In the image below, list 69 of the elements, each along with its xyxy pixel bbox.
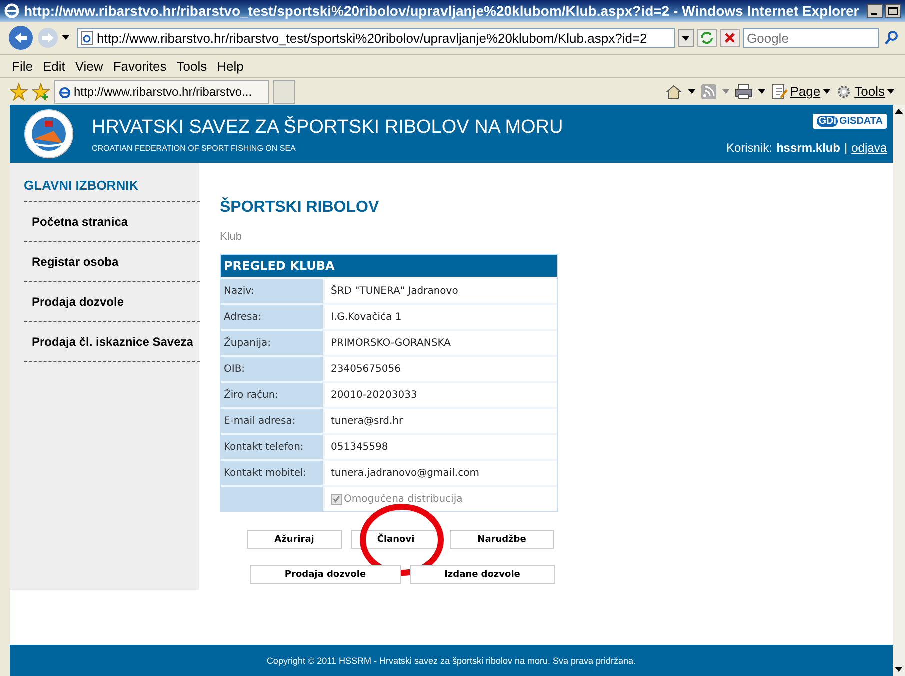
- sidebar-heading: GLAVNI IZBORNIK: [24, 178, 200, 202]
- star-icon[interactable]: [10, 82, 28, 100]
- action-button[interactable]: Ažuriraj: [247, 530, 342, 549]
- caret-icon[interactable]: [822, 88, 831, 94]
- sidebar-item[interactable]: Registar osoba: [24, 242, 200, 282]
- field-label: Adresa:: [221, 305, 323, 329]
- breadcrumb: Klub: [220, 231, 244, 243]
- field-value: PRIMORSKO-GORANSKA: [323, 331, 557, 355]
- user-label: Korisnik:: [726, 140, 772, 154]
- page-icon[interactable]: [81, 31, 93, 45]
- action-button[interactable]: Izdane dozvole: [410, 565, 555, 584]
- search-field[interactable]: Google: [743, 28, 879, 48]
- caret-icon[interactable]: [758, 88, 766, 94]
- page-title: ŠPORTSKI RIBOLOV: [220, 199, 380, 217]
- home-icon[interactable]: [665, 84, 684, 100]
- star-plus-icon[interactable]: [32, 82, 50, 100]
- field-label: Kontakt telefon:: [221, 435, 323, 459]
- action-button[interactable]: Narudžbe: [450, 530, 554, 549]
- menu-item[interactable]: Edit: [42, 58, 66, 74]
- site-title: HRVATSKI SAVEZ ZA ŠPORTSKI RIBOLOV NA MORU: [92, 117, 564, 139]
- field-value: 23405675056: [323, 357, 557, 381]
- field-label: Žiro račun:: [221, 383, 323, 407]
- menu-item[interactable]: Favorites: [113, 58, 167, 74]
- field-value: 051345598: [323, 435, 557, 459]
- federation-logo-icon[interactable]: [24, 109, 74, 159]
- field-label: OIB:: [221, 357, 323, 381]
- gear-icon[interactable]: [836, 84, 853, 100]
- globe-icon[interactable]: [59, 84, 71, 98]
- page-icon[interactable]: [771, 84, 788, 100]
- menu-item[interactable]: Tools: [176, 58, 208, 74]
- field-label: Županija:: [221, 331, 323, 355]
- caret-icon[interactable]: [887, 88, 895, 94]
- sidebar-item[interactable]: Početna stranica: [24, 202, 200, 242]
- sidebar-item[interactable]: Prodaja dozvole: [24, 282, 200, 322]
- address-field[interactable]: http://www.ribarstvo.hr/ribarstvo_test/sportski%20ribolov/upravljanje%20klubom/Klub.aspx?id=2: [77, 28, 675, 48]
- caret-icon[interactable]: [688, 88, 696, 94]
- field-label: E-mail adresa:: [221, 409, 323, 433]
- minimize-icon[interactable]: [867, 4, 883, 18]
- field-value: 20010-20203033: [323, 383, 557, 407]
- field-value: tunera@srd.hr: [323, 409, 557, 433]
- field-label: Kontakt mobitel:: [221, 461, 323, 485]
- field-value: tunera.jadranovo@gmail.com: [323, 461, 557, 485]
- menu-item[interactable]: File: [12, 58, 33, 74]
- site-subtitle: CROATIAN FEDERATION OF SPORT FISHING ON SEA: [92, 144, 297, 153]
- printer-icon[interactable]: [735, 84, 754, 100]
- checkbox-label: Omogućena distribucija: [344, 494, 463, 504]
- stop-icon[interactable]: [720, 29, 740, 47]
- field-value: ŠRD "TUNERA" Jadranovo: [323, 279, 557, 303]
- menu-item[interactable]: View: [75, 58, 104, 74]
- logout-link[interactable]: odjava: [852, 140, 887, 154]
- partner-logo: GDi GISDATA: [812, 114, 887, 128]
- field-label: Naziv:: [221, 279, 323, 303]
- username: hssrm.klub: [776, 140, 840, 154]
- maximize-icon[interactable]: [885, 4, 901, 18]
- footer-text: Copyright © 2011 HSSRM - Hrvatski savez za športski ribolov na moru. Sva prava pridržana.: [10, 645, 893, 676]
- table-heading: PREGLED KLUBA: [221, 255, 557, 277]
- toolbar-menu[interactable]: Tools: [836, 84, 895, 100]
- toolbar-menu[interactable]: Page: [771, 84, 831, 100]
- separator: |: [844, 140, 848, 154]
- back-icon[interactable]: [8, 25, 34, 51]
- ie-logo-icon[interactable]: [4, 3, 20, 19]
- action-button[interactable]: Prodaja dozvole: [250, 565, 401, 584]
- window-title: http://www.ribarstvo.hr/ribarstvo_test/sportski%20ribolov/upravljanje%20klubom/Klub.aspx?id=2 - Windows Internet Explorer: [24, 3, 860, 19]
- dropdown-icon[interactable]: [678, 29, 694, 47]
- field-value: I.G.Kovačića 1: [323, 305, 557, 329]
- browser-tab[interactable]: http://www.ribarstvo.hr/ribarstvo...: [54, 80, 269, 104]
- menu-item[interactable]: Help: [217, 58, 244, 74]
- caret-icon[interactable]: [62, 35, 70, 41]
- sidebar-item[interactable]: Prodaja čl. iskaznice Saveza: [24, 322, 200, 362]
